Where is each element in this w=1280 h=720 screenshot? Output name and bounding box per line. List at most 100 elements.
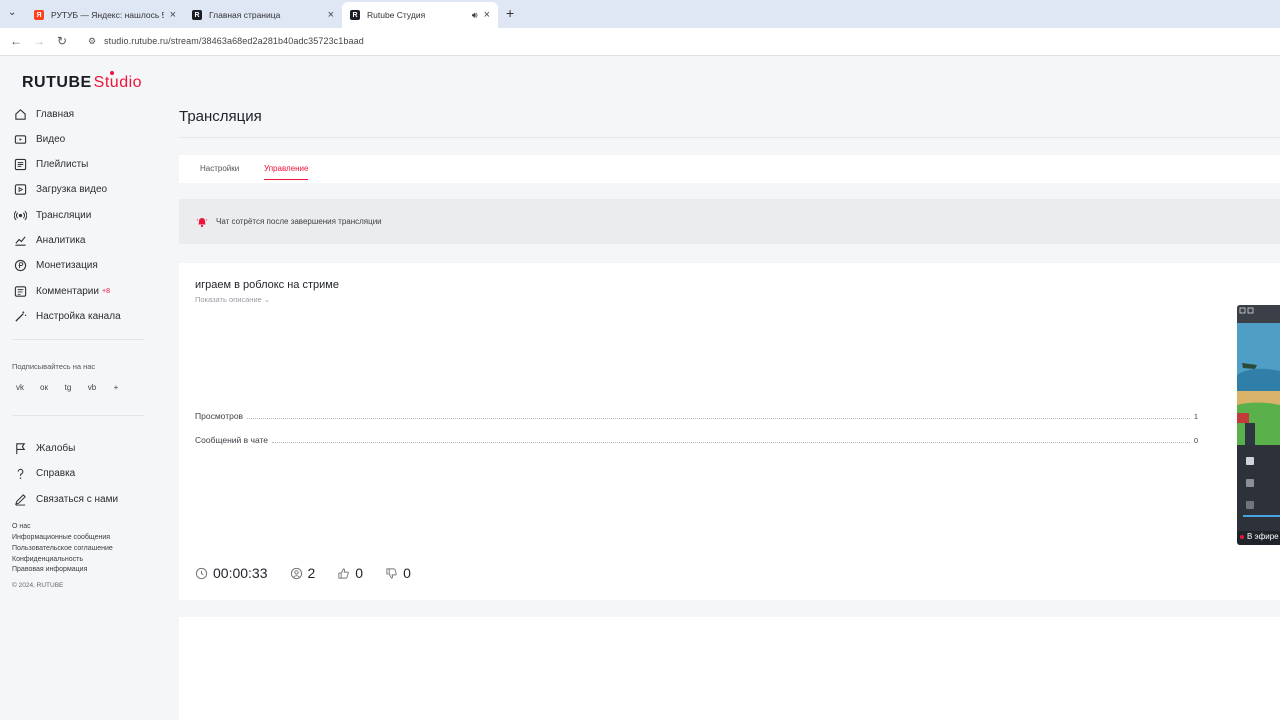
forward-arrow-icon[interactable]: → <box>33 34 45 48</box>
sidebar: RUTUBE Studio Главная Видео Плейлисты Заг… <box>0 57 150 720</box>
rutube-favicon-icon: R <box>350 10 360 20</box>
reload-icon[interactable]: ↻ <box>57 34 67 48</box>
site-info-icon[interactable]: ⚙︎ <box>88 36 96 47</box>
sidebar-divider <box>12 339 144 340</box>
live-dot-icon <box>1240 534 1244 539</box>
chat-notice-text: Чат сотрётся после завершения трансляции <box>216 217 382 226</box>
thumbs-down-icon <box>386 567 397 579</box>
stat-views: Просмотров 1 <box>195 411 1198 421</box>
chat-panel <box>179 617 1280 720</box>
likes-value: 0 <box>355 565 364 581</box>
more-social-icon[interactable]: + <box>110 383 122 392</box>
wand-icon <box>12 308 28 324</box>
sidebar-item-label: Настройка канала <box>36 310 121 322</box>
flag-icon <box>12 440 28 456</box>
close-icon[interactable]: × <box>484 9 490 21</box>
browser-tab-studio[interactable]: R Rutube Студия 🔊︎ × <box>342 2 498 28</box>
comments-icon <box>12 283 28 299</box>
viewers-value: 2 <box>307 565 316 581</box>
analytics-icon <box>12 232 28 248</box>
playlist-icon <box>12 156 28 172</box>
monetization-icon <box>12 257 28 273</box>
metric-likes: 0 <box>337 565 363 581</box>
follow-us-label: Подписывайтесь на нас <box>12 362 96 371</box>
sidebar-item-comments[interactable]: Комментарии +8 <box>12 283 110 299</box>
footer-link-info-messages[interactable]: Информационные сообщения <box>12 534 110 541</box>
close-icon[interactable]: × <box>328 9 334 21</box>
stat-label: Сообщений в чате <box>195 435 269 445</box>
help-icon <box>12 465 28 481</box>
metric-viewers: 2 <box>290 565 316 581</box>
viber-icon[interactable]: vb <box>86 383 98 392</box>
sidebar-item-label: Трансляции <box>36 209 92 221</box>
new-tab-icon[interactable]: + <box>506 5 514 21</box>
sidebar-item-channel-settings[interactable]: Настройка канала <box>12 308 121 324</box>
browser-tab-title: Rutube Студия <box>367 10 426 20</box>
footer-link-about[interactable]: О нас <box>12 523 31 530</box>
home-icon <box>12 106 28 122</box>
sidebar-item-analytics[interactable]: Аналитика <box>12 232 86 248</box>
stream-metrics: 00:00:33 2 0 0 <box>195 565 433 581</box>
stream-tabs: Настройки Управление <box>179 155 1280 183</box>
sidebar-item-complaints[interactable]: Жалобы <box>12 440 75 456</box>
footer-link-legal[interactable]: Правовая информация <box>12 566 87 573</box>
sidebar-item-label: Справка <box>36 467 76 479</box>
sidebar-item-upload[interactable]: Загрузка видео <box>12 181 107 197</box>
live-indicator: В эфире <box>1240 532 1279 541</box>
comments-count-badge: +8 <box>101 287 110 295</box>
sidebar-item-help[interactable]: Справка <box>12 465 75 481</box>
tab-settings[interactable]: Настройки <box>200 164 239 173</box>
page-title: Трансляция <box>179 108 262 125</box>
bell-alert-icon <box>196 215 208 228</box>
pen-icon <box>12 491 28 507</box>
sidebar-item-home[interactable]: Главная <box>12 106 74 122</box>
show-description-link[interactable]: Показать описание ⌄ <box>195 295 270 304</box>
sidebar-item-monetization[interactable]: Монетизация <box>12 257 98 273</box>
speaker-icon[interactable]: 🔊︎ <box>472 10 478 21</box>
logo-dot-icon <box>110 71 114 75</box>
title-divider <box>179 137 1280 138</box>
tab-search-chevron-icon[interactable]: ⌄ <box>8 7 16 18</box>
tab-management[interactable]: Управление <box>264 164 309 180</box>
sidebar-item-label: Связаться с нами <box>36 493 119 505</box>
sidebar-item-label: Аналитика <box>36 234 86 246</box>
sidebar-item-label: Главная <box>36 108 75 120</box>
rutube-studio-logo[interactable]: RUTUBE Studio <box>22 71 143 92</box>
telegram-icon[interactable]: tg <box>62 383 74 392</box>
stream-preview[interactable] <box>1237 305 1280 545</box>
stream-title: играем в роблокс на стриме <box>195 279 339 291</box>
sidebar-item-video[interactable]: Видео <box>12 131 65 147</box>
footer-link-user-agreement[interactable]: Пользовательское соглашение <box>12 545 113 552</box>
ok-icon[interactable]: ок <box>38 383 50 392</box>
video-icon <box>12 131 28 147</box>
stream-card: играем в роблокс на стриме Показать опис… <box>179 263 1280 600</box>
thumbs-up-icon <box>338 567 350 579</box>
sidebar-item-contact[interactable]: Связаться с нами <box>12 491 118 507</box>
sidebar-item-playlists[interactable]: Плейлисты <box>12 156 88 172</box>
rutube-favicon-icon: R <box>192 10 202 20</box>
logo-sub-text: Studio <box>93 74 143 91</box>
copyright: © 2024, RUTUBE <box>12 582 64 589</box>
sidebar-item-label: Комментарии <box>36 285 99 297</box>
close-icon[interactable]: × <box>170 9 176 21</box>
show-description-label: Показать описание <box>195 295 262 304</box>
clock-icon <box>195 567 208 579</box>
chat-notice-banner: Чат сотрётся после завершения трансляции <box>179 199 1280 244</box>
back-arrow-icon[interactable]: ← <box>10 34 22 48</box>
sidebar-item-broadcasts[interactable]: Трансляции <box>12 207 91 223</box>
vk-icon[interactable]: vk <box>14 383 26 392</box>
chevron-down-icon: ⌄ <box>263 295 271 304</box>
footer-link-privacy[interactable]: Конфиденциальность <box>12 556 83 563</box>
url-input[interactable]: studio.rutube.ru/stream/38463a68ed2a281b… <box>104 36 364 46</box>
browser-address-bar: ← → ↻ ⚙︎ studio.rutube.ru/stream/38463a6… <box>0 28 1280 56</box>
sidebar-divider <box>12 415 144 416</box>
stat-value: 1 <box>1193 412 1198 421</box>
sidebar-item-label: Монетизация <box>36 259 98 271</box>
browser-tab-home[interactable]: R Главная страница × <box>184 2 342 28</box>
dislikes-value: 0 <box>403 565 411 581</box>
viewers-icon <box>290 567 302 579</box>
browser-tabbar: ⌄ Я РУТУБ — Яндекс: нашлось 5 т × R Глав… <box>0 0 1280 28</box>
browser-tab-yandex[interactable]: Я РУТУБ — Яндекс: нашлось 5 т × <box>26 2 184 28</box>
upload-icon <box>12 181 28 197</box>
yandex-favicon-icon: Я <box>34 10 44 20</box>
